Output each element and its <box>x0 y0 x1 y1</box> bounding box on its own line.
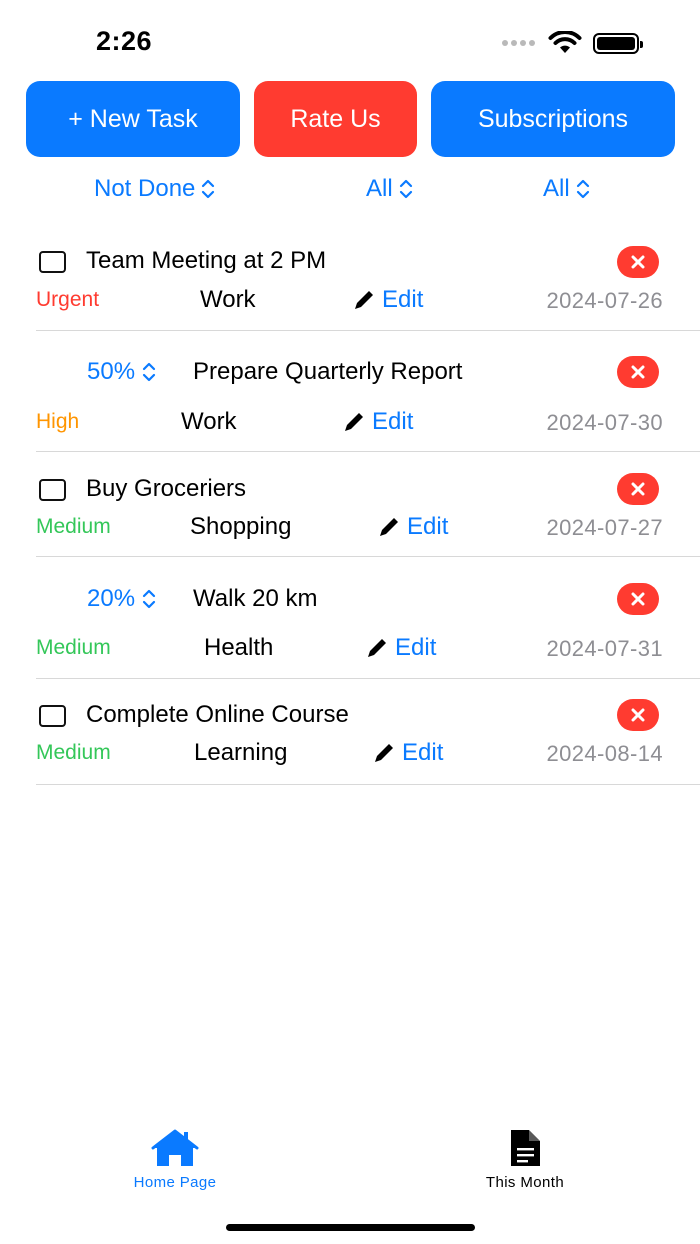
task-priority: Urgent <box>36 288 100 311</box>
task-checkbox[interactable] <box>39 479 66 501</box>
close-icon <box>631 708 645 722</box>
progress-value: 20% <box>87 585 136 612</box>
pencil-icon <box>380 518 398 536</box>
new-task-button[interactable]: + New Task <box>26 81 240 157</box>
chevron-up-down-icon <box>576 178 590 200</box>
task-priority: High <box>36 410 80 433</box>
progress-picker[interactable]: 50% <box>87 358 156 386</box>
task-checkbox[interactable] <box>39 705 66 727</box>
status-filter-label: Not Done <box>94 175 196 202</box>
task-row: Complete Online Course Medium Learning E… <box>0 679 700 785</box>
close-icon <box>631 255 645 269</box>
task-date: 2024-07-31 <box>546 636 663 661</box>
task-title: Prepare Quarterly Report <box>193 358 463 385</box>
task-title: Team Meeting at 2 PM <box>86 247 327 274</box>
pencil-icon <box>375 744 393 762</box>
priority-filter-label: All <box>366 175 393 202</box>
task-checkbox[interactable] <box>39 251 66 273</box>
task-category: Work <box>200 286 256 313</box>
delete-button[interactable] <box>617 246 659 278</box>
rate-us-button[interactable]: Rate Us <box>254 81 417 157</box>
category-filter-label: All <box>543 175 570 202</box>
close-icon <box>631 592 645 606</box>
close-icon <box>631 365 645 379</box>
task-category: Work <box>181 408 237 435</box>
pencil-icon <box>355 291 373 309</box>
document-icon <box>511 1130 540 1166</box>
chevron-up-down-icon <box>201 178 215 200</box>
task-row: 20% Walk 20 km Medium Health Edit 2024-0… <box>0 557 700 679</box>
task-category: Shopping <box>190 513 292 540</box>
task-title: Walk 20 km <box>193 585 318 612</box>
row-divider <box>36 784 700 785</box>
edit-label: Edit <box>402 739 444 766</box>
task-date: 2024-07-30 <box>546 410 663 435</box>
task-row: 50% Prepare Quarterly Report High Work E… <box>0 331 700 452</box>
edit-button[interactable]: Edit <box>372 739 443 767</box>
edit-label: Edit <box>395 634 437 661</box>
task-date: 2024-07-27 <box>546 515 663 540</box>
delete-button[interactable] <box>617 473 659 505</box>
task-row: Buy Groceriers Medium Shopping Edit 2024… <box>0 452 700 557</box>
tab-home-page[interactable]: Home Page <box>85 1128 265 1191</box>
pencil-icon <box>345 413 363 431</box>
battery-icon <box>593 33 643 54</box>
task-title: Buy Groceriers <box>86 475 247 502</box>
task-category: Health <box>204 634 274 661</box>
task-priority: Medium <box>36 741 111 764</box>
tab-home-label: Home Page <box>133 1174 217 1191</box>
tab-this-month[interactable]: This Month <box>435 1128 615 1191</box>
signal-dots-icon <box>502 40 535 46</box>
edit-label: Edit <box>407 513 449 540</box>
chevron-up-down-icon <box>399 178 413 200</box>
pencil-icon <box>368 639 386 657</box>
subscriptions-button[interactable]: Subscriptions <box>431 81 675 157</box>
chevron-up-down-icon <box>142 589 156 609</box>
task-priority: Medium <box>36 636 111 659</box>
tab-this-month-label: This Month <box>485 1174 565 1191</box>
delete-button[interactable] <box>617 699 659 731</box>
edit-label: Edit <box>382 286 424 313</box>
category-filter-picker[interactable]: All <box>543 171 590 207</box>
delete-button[interactable] <box>617 356 659 388</box>
edit-label: Edit <box>372 408 414 435</box>
task-category: Learning <box>194 739 288 766</box>
delete-button[interactable] <box>617 583 659 615</box>
progress-picker[interactable]: 20% <box>87 585 156 613</box>
status-time: 2:26 <box>96 26 153 56</box>
task-row: Team Meeting at 2 PM Urgent Work Edit 20… <box>0 228 700 331</box>
priority-filter-picker[interactable]: All <box>366 171 413 207</box>
status-filter-picker[interactable]: Not Done <box>94 171 215 207</box>
edit-button[interactable]: Edit <box>377 513 448 541</box>
edit-button[interactable]: Edit <box>365 634 436 662</box>
task-date: 2024-08-14 <box>546 741 663 766</box>
task-priority: Medium <box>36 515 111 538</box>
edit-button[interactable]: Edit <box>352 286 423 314</box>
edit-button[interactable]: Edit <box>342 408 413 436</box>
status-bar: 2:26 <box>0 0 700 80</box>
home-indicator <box>226 1224 475 1231</box>
task-date: 2024-07-26 <box>546 288 663 313</box>
wifi-icon <box>548 31 582 53</box>
close-icon <box>631 482 645 496</box>
task-title: Complete Online Course <box>86 701 349 728</box>
house-icon <box>151 1129 199 1166</box>
chevron-up-down-icon <box>142 362 156 382</box>
progress-value: 50% <box>87 358 136 385</box>
